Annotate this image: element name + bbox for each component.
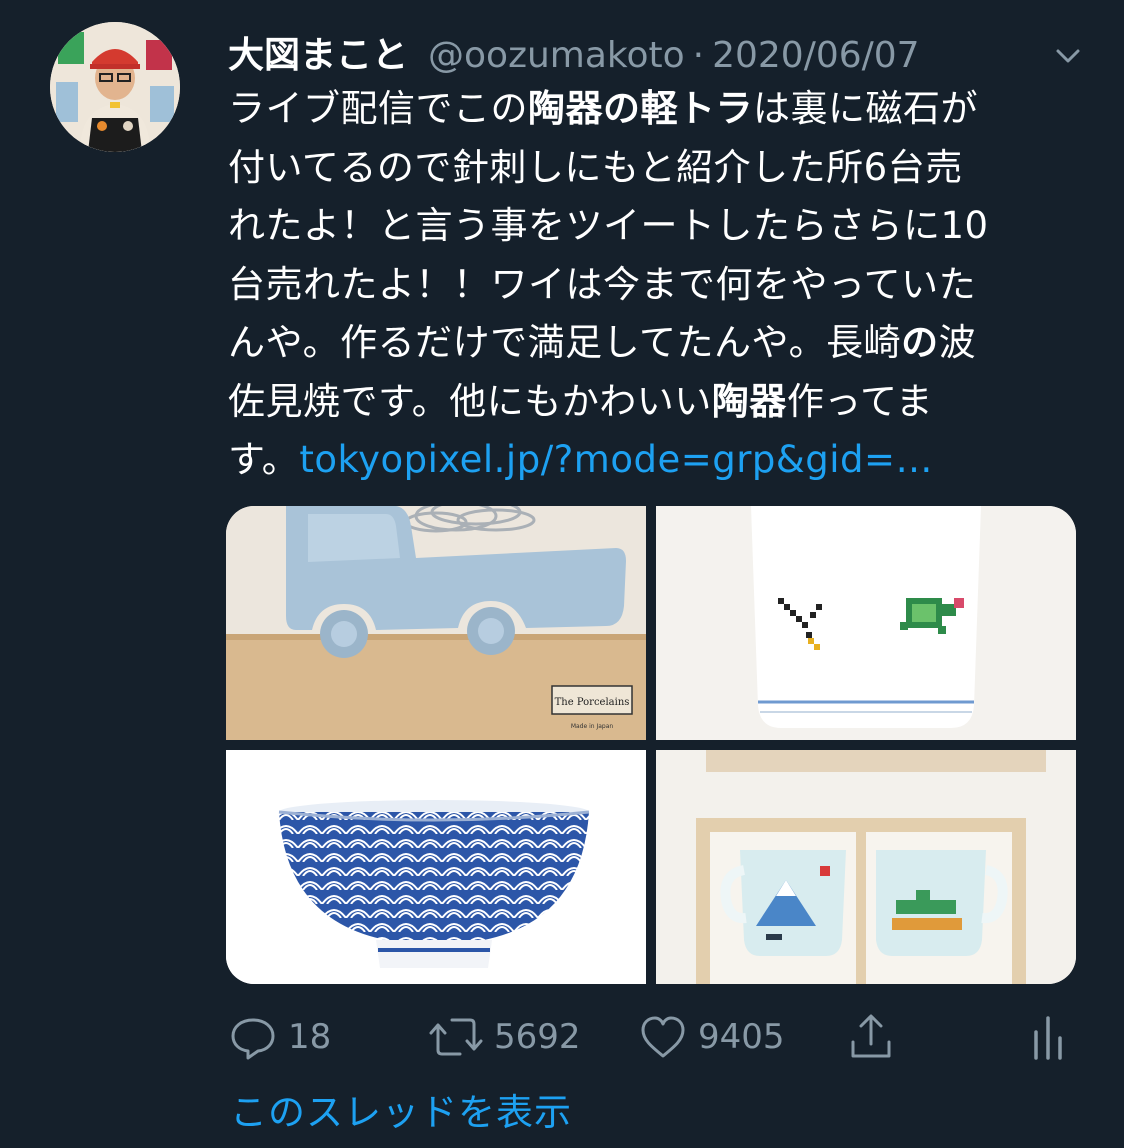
analytics-button[interactable] [1028,1012,1078,1062]
media-truck-photo[interactable]: The Porcelains Made in Japan [226,506,646,740]
tweet-header: 大図まこと @oozumakoto · 2020/06/07 [228,26,1084,76]
like-button[interactable]: 9405 [638,1012,785,1062]
tweet-line-1: ライブ配信でこの陶器の軽トラは裏に磁石が [228,87,978,130]
retweet-icon [429,1018,483,1056]
reply-button[interactable]: 18 [228,1012,331,1062]
tweet-line-4: 台売れたよ！！ワイは今まで何をやっていた [228,262,977,306]
tweet-actions: 18 5692 9405 [228,1012,1088,1062]
retweet-button[interactable]: 5692 [428,1012,581,1062]
highlight: 陶器 [711,379,787,423]
tweet-text: ライブ配信でこの陶器の軽トラは裏に磁石が 付いてるので針刺しにもと紹介した所6台… [228,80,1088,490]
avatar-image [50,22,180,152]
tweet-line-6: 佐見焼です。他にもかわいい陶器作ってま [228,379,934,423]
user-handle[interactable]: @oozumakoto [428,35,685,76]
chevron-down-icon[interactable] [1052,36,1084,63]
reply-count: 18 [288,1017,332,1057]
avatar[interactable] [50,22,180,152]
made-in-label: Made in Japan [571,723,614,730]
highlight: の [901,321,939,364]
separator-dot: · [692,35,705,76]
media-grid: The Porcelains Made in Japan [226,506,1076,984]
tweet-line-7: す。tokyopixel.jp/?mode=grp&gid=… [228,438,934,481]
share-icon [851,1014,891,1058]
highlight: 陶器の軽トラ [528,87,753,130]
media-mug-photo[interactable] [656,506,1076,740]
tweet-link[interactable]: tokyopixel.jp/?mode=grp&gid=… [299,438,933,481]
media-bowl-photo[interactable] [226,750,646,984]
like-count: 9405 [698,1017,785,1057]
tweet-line-5: んや。作るだけで満足してたんや。長崎の波 [228,321,977,364]
display-name[interactable]: 大図まこと [228,26,408,78]
reply-icon [231,1018,275,1060]
like-icon [641,1016,685,1058]
tweet-line-2: 付いてるので針刺しにもと紹介した所6台売 [228,145,963,189]
tweet-date[interactable]: 2020/06/07 [712,35,920,76]
share-button[interactable] [846,1012,906,1062]
media-mugs-box-photo[interactable] [656,750,1076,984]
analytics-icon [1034,1016,1062,1060]
tweet-line-3: れたよ！と言う事をツイートしたらさらに10 [228,204,989,247]
retweet-count: 5692 [494,1017,581,1057]
show-thread-link[interactable]: このスレッドを表示 [230,1082,572,1136]
brand-label: The Porcelains [555,697,630,708]
